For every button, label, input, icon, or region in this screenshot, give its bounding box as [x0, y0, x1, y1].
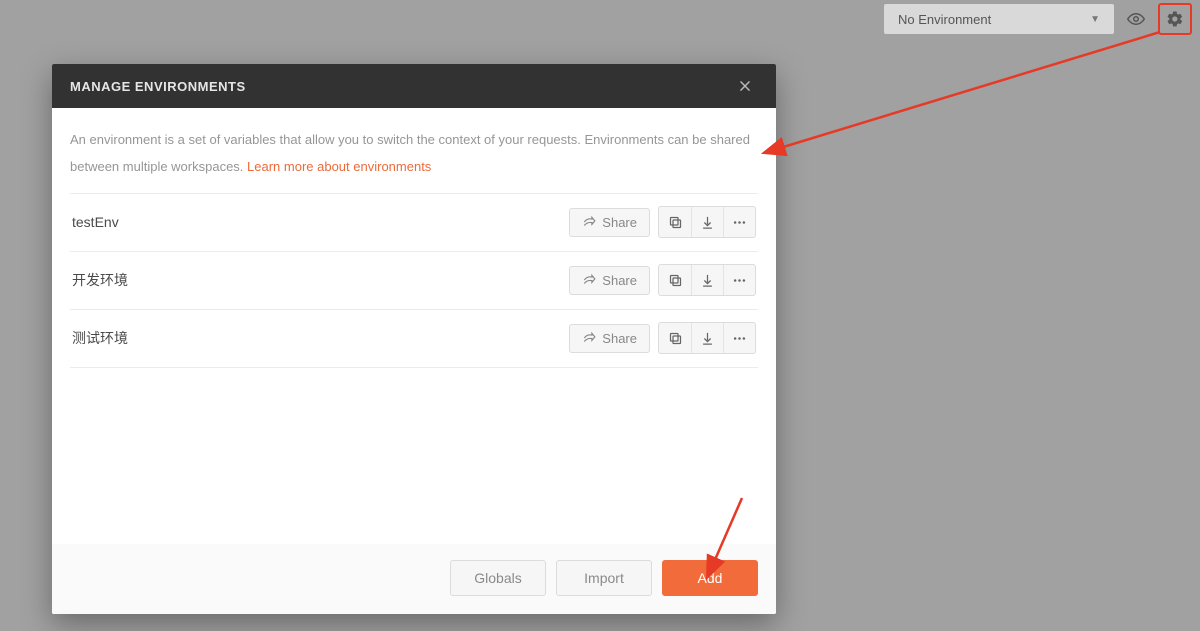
environment-action-group [658, 322, 756, 354]
add-environment-button[interactable]: Add [662, 560, 758, 596]
copy-icon [668, 273, 683, 288]
share-label: Share [602, 331, 637, 346]
close-icon [738, 79, 752, 93]
download-environment-button[interactable] [691, 323, 723, 353]
eye-icon [1127, 10, 1145, 28]
settings-gear-highlight [1158, 3, 1192, 35]
environment-row: 测试环境 Share [70, 310, 758, 368]
more-horizontal-icon [732, 331, 747, 346]
duplicate-environment-button[interactable] [659, 207, 691, 237]
duplicate-environment-button[interactable] [659, 265, 691, 295]
share-environment-button[interactable]: Share [569, 208, 650, 237]
more-environment-actions-button[interactable] [723, 323, 755, 353]
copy-icon [668, 215, 683, 230]
environment-action-group [658, 264, 756, 296]
preview-environment-button[interactable] [1122, 5, 1150, 33]
environment-name[interactable]: testEnv [72, 214, 119, 230]
environment-row: testEnv Share [70, 194, 758, 252]
environment-selector[interactable]: No Environment ▼ [884, 4, 1114, 34]
environment-actions: Share [569, 322, 756, 354]
modal-header: MANAGE ENVIRONMENTS [52, 64, 776, 108]
share-arrow-icon [582, 331, 596, 345]
app-topbar: No Environment ▼ [0, 0, 1200, 38]
caret-down-icon: ▼ [1090, 14, 1100, 25]
modal-description: An environment is a set of variables tha… [70, 126, 758, 181]
globals-button[interactable]: Globals [450, 560, 546, 596]
copy-icon [668, 331, 683, 346]
share-environment-button[interactable]: Share [569, 266, 650, 295]
environment-name[interactable]: 开发环境 [72, 270, 128, 290]
more-environment-actions-button[interactable] [723, 207, 755, 237]
download-environment-button[interactable] [691, 207, 723, 237]
gear-icon [1166, 10, 1184, 28]
share-arrow-icon [582, 215, 596, 229]
environment-row: 开发环境 Share [70, 252, 758, 310]
modal-title: MANAGE ENVIRONMENTS [70, 79, 246, 94]
share-label: Share [602, 273, 637, 288]
environment-selector-label: No Environment [898, 12, 991, 27]
download-environment-button[interactable] [691, 265, 723, 295]
environment-actions: Share [569, 206, 756, 238]
duplicate-environment-button[interactable] [659, 323, 691, 353]
download-icon [700, 273, 715, 288]
modal-footer: Globals Import Add [52, 544, 776, 614]
environment-actions: Share [569, 264, 756, 296]
more-environment-actions-button[interactable] [723, 265, 755, 295]
environment-action-group [658, 206, 756, 238]
manage-environments-gear-button[interactable] [1163, 7, 1187, 31]
more-horizontal-icon [732, 273, 747, 288]
import-button[interactable]: Import [556, 560, 652, 596]
environment-name[interactable]: 测试环境 [72, 328, 128, 348]
manage-environments-modal: MANAGE ENVIRONMENTS An environment is a … [52, 64, 776, 614]
download-icon [700, 331, 715, 346]
share-arrow-icon [582, 273, 596, 287]
environment-list: testEnv Share [70, 193, 758, 368]
more-horizontal-icon [732, 215, 747, 230]
download-icon [700, 215, 715, 230]
share-label: Share [602, 215, 637, 230]
learn-more-link[interactable]: Learn more about environments [247, 159, 431, 174]
modal-close-button[interactable] [738, 79, 762, 93]
share-environment-button[interactable]: Share [569, 324, 650, 353]
modal-body: An environment is a set of variables tha… [52, 108, 776, 368]
